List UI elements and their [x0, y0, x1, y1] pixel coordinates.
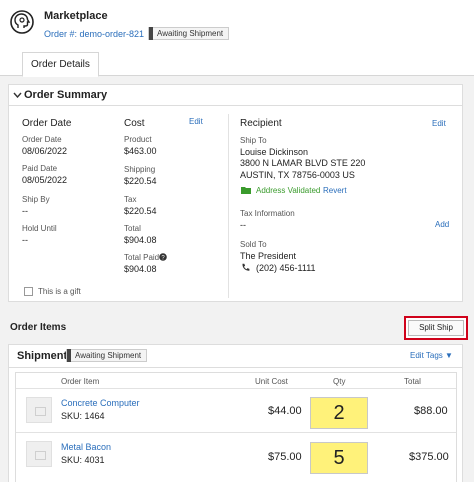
column-header-unit-cost: Unit Cost	[255, 377, 288, 386]
total-label: Total	[124, 224, 141, 233]
sold-to-name: The President	[240, 251, 297, 261]
recipient-name: Louise Dickinson	[240, 147, 309, 157]
address-line-1: 3800 N LAMAR BLVD STE 220	[240, 158, 366, 168]
address-validated-text: Address Validated	[256, 186, 321, 195]
folder-check-icon	[241, 187, 251, 194]
item-name-link[interactable]: Metal Bacon	[61, 442, 111, 452]
item-qty-highlight: 2	[310, 397, 368, 429]
hold-until-value: --	[22, 235, 28, 245]
tax-add-link[interactable]: Add	[435, 220, 449, 229]
order-summary-title: Order Summary	[24, 89, 108, 101]
order-number-link[interactable]: Order #: demo-order-821	[44, 29, 144, 39]
hold-until-label: Hold Until	[22, 224, 57, 233]
row-divider	[16, 388, 456, 389]
page-header	[0, 0, 474, 48]
recipient-heading: Recipient	[240, 118, 282, 129]
gift-label: This is a gift	[38, 287, 81, 296]
item-total: $375.00	[409, 451, 449, 463]
item-unit-cost: $44.00	[268, 405, 302, 417]
split-ship-button[interactable]: Split Ship	[408, 320, 464, 336]
paid-date-label: Paid Date	[22, 164, 58, 173]
recipient-edit-link[interactable]: Edit	[432, 119, 446, 128]
tab-order-details[interactable]: Order Details	[22, 52, 99, 77]
divider	[8, 367, 463, 368]
item-sku: SKU: 1464	[61, 411, 105, 421]
tax-label: Tax	[124, 195, 137, 204]
shipment-title: Shipment	[17, 350, 68, 362]
order-date-heading: Order Date	[22, 118, 72, 129]
paid-date-value: 08/05/2022	[22, 175, 68, 185]
item-qty-highlight: 5	[310, 442, 368, 474]
chevron-down-icon[interactable]	[13, 92, 22, 98]
tax-information-value: --	[240, 220, 246, 230]
ship-by-label: Ship By	[22, 195, 50, 204]
order-summary-panel	[8, 84, 463, 302]
item-total: $88.00	[414, 405, 448, 417]
column-header-qty: Qty	[333, 377, 346, 386]
divider	[8, 105, 463, 106]
item-unit-cost: $75.00	[268, 451, 302, 463]
tax-information-label: Tax Information	[240, 209, 295, 218]
help-icon[interactable]: ?	[159, 253, 167, 261]
column-header-total: Total	[404, 377, 421, 386]
shipping-value: $220.54	[124, 176, 157, 186]
phone-icon	[242, 263, 250, 271]
revert-link[interactable]: Revert	[323, 186, 347, 195]
item-sku: SKU: 4031	[61, 455, 105, 465]
gift-checkbox[interactable]	[24, 287, 33, 296]
total-value: $904.08	[124, 235, 157, 245]
app-title: Marketplace	[44, 10, 108, 22]
sold-to-label: Sold To	[240, 240, 267, 249]
item-name-link[interactable]: Concrete Computer	[61, 398, 140, 408]
row-divider	[16, 432, 456, 433]
edit-tags-dropdown[interactable]: Edit Tags ▼	[410, 351, 453, 360]
column-divider	[228, 114, 229, 298]
product-image-placeholder	[26, 441, 52, 467]
ship-by-value: --	[22, 206, 28, 216]
order-items-title: Order Items	[10, 322, 67, 333]
head-profile-icon	[10, 10, 34, 34]
order-status-badge: Awaiting Shipment	[148, 27, 230, 40]
cost-edit-link[interactable]: Edit	[189, 117, 203, 126]
shipping-label: Shipping	[124, 165, 156, 174]
tax-value: $220.54	[124, 206, 157, 216]
order-date-label: Order Date	[22, 135, 62, 144]
column-header-order-item: Order Item	[61, 377, 100, 386]
order-date-value: 08/06/2022	[22, 146, 68, 156]
phone-number: (202) 456-1111	[256, 263, 316, 273]
total-paid-value: $904.08	[124, 264, 157, 274]
product-label: Product	[124, 135, 152, 144]
shipment-status-badge: Awaiting Shipment	[66, 349, 148, 362]
product-image-placeholder	[26, 397, 52, 423]
product-value: $463.00	[124, 146, 157, 156]
ship-to-label: Ship To	[240, 136, 267, 145]
address-line-2: AUSTIN, TX 78756-0003 US	[240, 170, 355, 180]
cost-heading: Cost	[124, 118, 145, 129]
total-paid-label: Total Paid	[124, 253, 160, 262]
